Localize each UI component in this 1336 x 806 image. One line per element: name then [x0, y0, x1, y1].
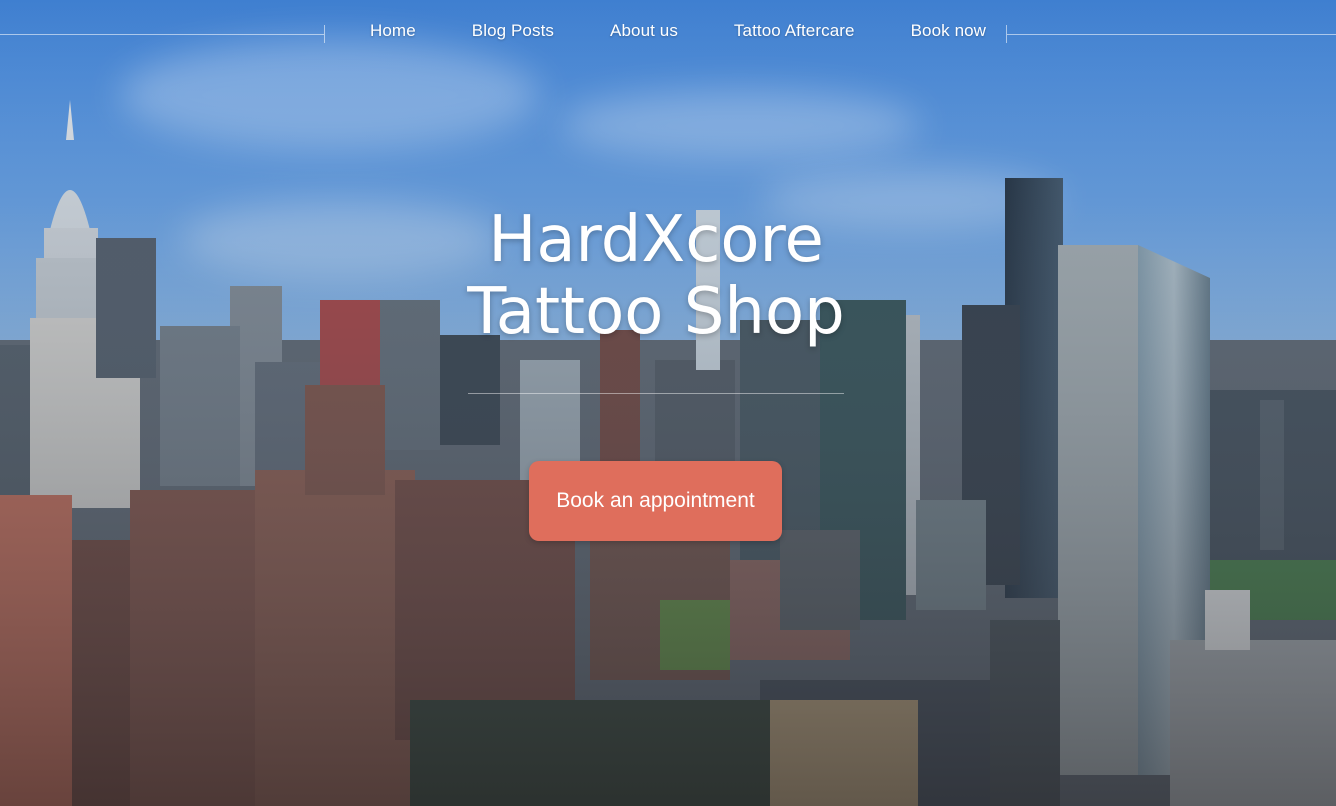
- nav-divider-right: [1007, 34, 1336, 35]
- hero-title: HardXcore Tattoo Shop: [0, 204, 1312, 348]
- nav-divider-cap-left: [324, 25, 325, 43]
- title-divider: [468, 393, 844, 394]
- nav-item-about-us[interactable]: About us: [582, 18, 706, 44]
- top-navigation: Home Blog Posts About us Tattoo Aftercar…: [0, 0, 1336, 66]
- book-appointment-button[interactable]: Book an appointment: [529, 461, 782, 541]
- hero-title-line-2: Tattoo Shop: [467, 275, 845, 349]
- nav-item-blog-posts[interactable]: Blog Posts: [444, 18, 582, 44]
- nav-divider-left: [0, 34, 324, 35]
- nav-menu: Home Blog Posts About us Tattoo Aftercar…: [342, 18, 1014, 44]
- hero-title-line-1: HardXcore: [488, 203, 824, 277]
- hero-section: Home Blog Posts About us Tattoo Aftercar…: [0, 0, 1336, 806]
- city-skyline-background: [0, 0, 1336, 806]
- nav-item-book-now[interactable]: Book now: [883, 18, 1014, 44]
- nav-item-tattoo-aftercare[interactable]: Tattoo Aftercare: [706, 18, 883, 44]
- nav-item-home[interactable]: Home: [342, 18, 444, 44]
